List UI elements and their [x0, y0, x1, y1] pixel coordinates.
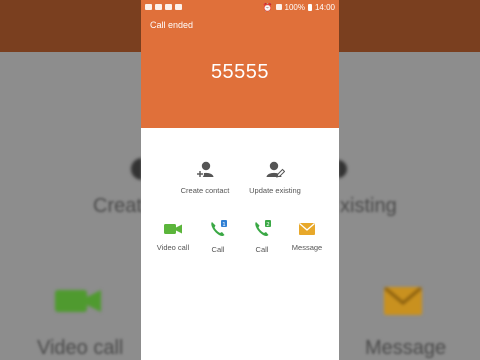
background-video-camera-icon	[55, 288, 101, 319]
update-existing-label: Update existing	[249, 186, 301, 195]
call-sim2-button[interactable]: 2 Call	[246, 219, 278, 254]
call-status-text: Call ended	[150, 20, 194, 30]
app-notification-icon	[175, 4, 182, 10]
person-add-icon	[175, 160, 235, 182]
background-minus-icon	[128, 158, 153, 185]
person-edit-icon	[243, 160, 307, 182]
svg-text:2: 2	[266, 222, 270, 228]
download-notification-icon	[165, 4, 172, 10]
status-bar: ⏰ 100% 14:00	[141, 0, 339, 14]
create-contact-button[interactable]: Create contact	[175, 160, 235, 195]
video-camera-icon	[153, 221, 193, 239]
battery-percent: 100%	[284, 2, 305, 12]
background-edge-icon	[329, 158, 348, 185]
phone-sim1-icon: 1	[202, 219, 234, 241]
clock: 14:00	[314, 2, 335, 12]
envelope-icon	[287, 221, 327, 239]
alarm-icon: ⏰	[262, 2, 273, 12]
create-contact-label: Create contact	[180, 186, 230, 195]
call-header: Call ended 55555	[141, 14, 339, 128]
background-envelope-icon	[384, 286, 422, 320]
phone-sim2-icon: 2	[246, 219, 278, 241]
update-existing-button[interactable]: Update existing	[243, 160, 307, 195]
signal-icon	[275, 4, 282, 10]
message-label: Message	[291, 243, 323, 252]
video-call-button[interactable]: Video call	[153, 221, 193, 252]
image-notification-icon	[155, 4, 162, 10]
mail-notification-icon	[145, 4, 152, 10]
svg-text:1: 1	[222, 222, 226, 228]
phone-number: 55555	[210, 61, 270, 83]
battery-icon	[307, 3, 312, 11]
call-sim1-label: Call	[211, 245, 225, 254]
background-echo-message: Message	[365, 337, 447, 359]
background-echo-video-call: Video call	[37, 337, 124, 359]
background-echo-existing: xisting	[340, 195, 397, 217]
phone-screen: ⏰ 100% 14:00 Call ended 55555 Create con…	[141, 0, 339, 360]
call-sim2-label: Call	[255, 245, 269, 254]
message-button[interactable]: Message	[287, 221, 327, 252]
video-call-label: Video call	[156, 243, 190, 252]
call-sim1-button[interactable]: 1 Call	[202, 219, 234, 254]
